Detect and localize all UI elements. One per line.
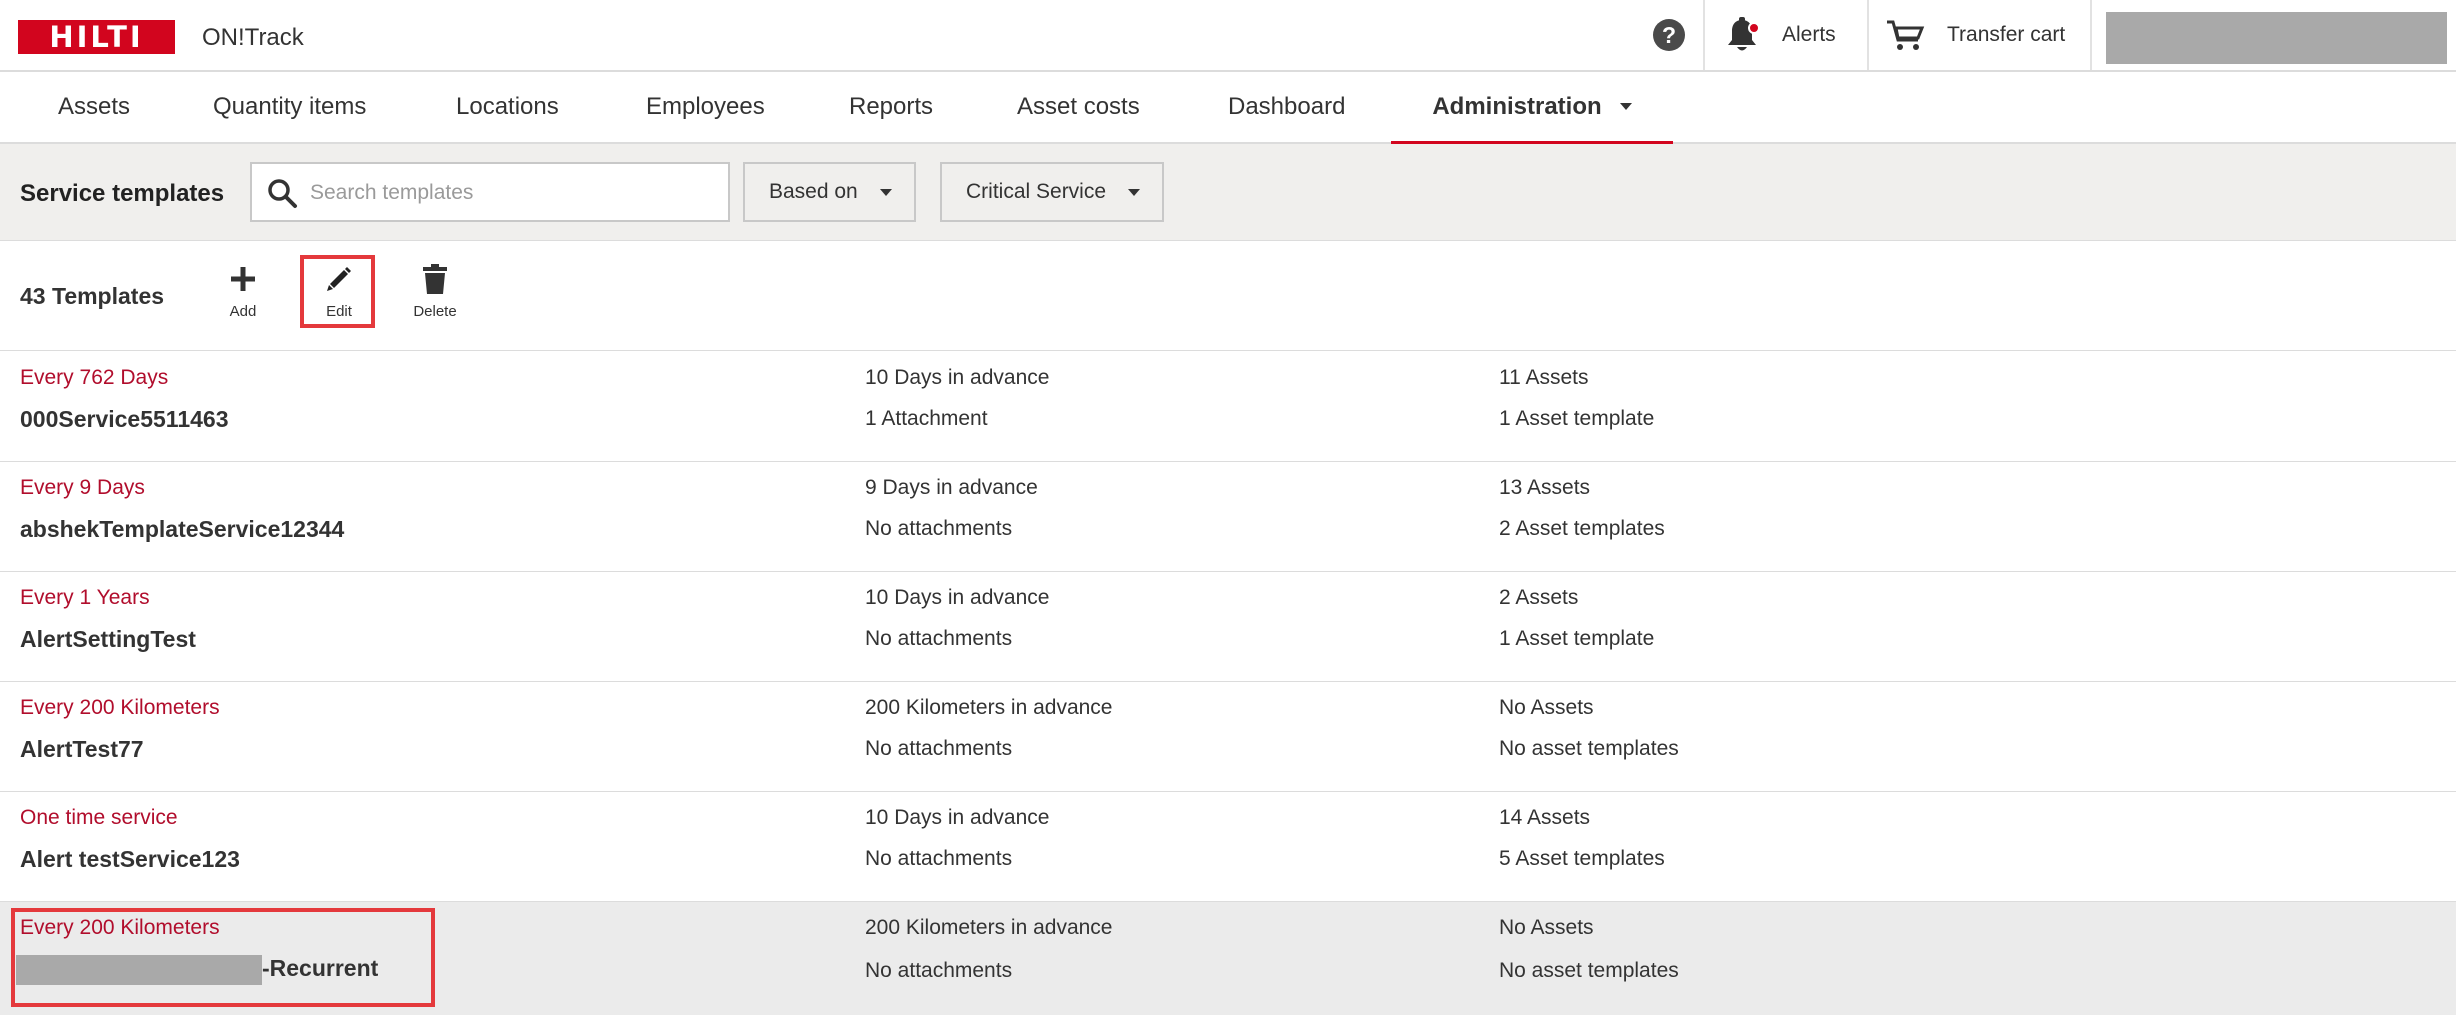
add-label: Add (229, 303, 257, 320)
cart-icon (1887, 20, 1925, 50)
critical-service-label: Critical Service (966, 180, 1107, 203)
tab-dashboard[interactable]: Dashboard (1228, 72, 1345, 142)
asset-templates-count: 1 Asset template (1499, 407, 1655, 430)
interval-text: One time service (20, 806, 178, 829)
app-name: ON!Track (202, 24, 304, 51)
trash-icon (423, 264, 447, 294)
advance-text: 200 Kilometers in advance (865, 696, 1113, 719)
advance-text: 10 Days in advance (865, 366, 1050, 389)
attachments-text: 1 Attachment (865, 407, 988, 430)
tab-assets[interactable]: Assets (58, 72, 130, 142)
chevron-down-icon (880, 189, 892, 196)
interval-text: Every 762 Days (20, 366, 169, 389)
tab-quantity-items[interactable]: Quantity items (213, 72, 366, 142)
assets-count: No Assets (1499, 916, 1594, 939)
template-toolbar: 43 Templates Add Edit Delete (0, 241, 2456, 351)
header-divider (1867, 0, 1869, 70)
tab-administration-label: Administration (1432, 92, 1602, 120)
help-icon[interactable]: ? (1653, 19, 1685, 51)
template-name: AlertTest77 (20, 736, 144, 762)
based-on-dropdown[interactable]: Based on (743, 162, 916, 222)
search-icon (268, 179, 297, 208)
filter-bar: Service templates Based on Critical Serv… (0, 144, 2456, 241)
delete-label: Delete (413, 303, 457, 320)
bell-icon (1725, 15, 1760, 55)
template-row[interactable]: Every 9 Days abshekTemplateService12344 … (0, 462, 2456, 572)
template-row[interactable]: One time service Alert testService123 10… (0, 792, 2456, 902)
asset-templates-count: No asset templates (1499, 737, 1679, 760)
template-name: 000Service5511463 (20, 406, 229, 432)
tab-asset-costs[interactable]: Asset costs (1017, 72, 1140, 142)
header-divider (2090, 0, 2092, 70)
attachments-text: No attachments (865, 517, 1013, 540)
alerts-label: Alerts (1782, 23, 1836, 46)
asset-templates-count: No asset templates (1499, 959, 1679, 982)
assets-count: No Assets (1499, 696, 1594, 719)
tab-locations[interactable]: Locations (456, 72, 559, 142)
interval-text: Every 200 Kilometers (20, 696, 220, 719)
template-row[interactable]: Every 762 Days 000Service5511463 10 Days… (0, 352, 2456, 462)
assets-count: 2 Assets (1499, 586, 1579, 609)
advance-text: 9 Days in advance (865, 476, 1038, 499)
tab-reports[interactable]: Reports (849, 72, 933, 142)
template-name: Alert testService123 (20, 846, 240, 872)
delete-button[interactable]: Delete (400, 259, 470, 320)
hilti-logo[interactable]: HILTI (18, 20, 175, 54)
template-name: AlertSettingTest (20, 626, 196, 652)
edit-highlight-box (300, 255, 375, 328)
critical-service-dropdown[interactable]: Critical Service (940, 162, 1164, 222)
main-navigation: Assets Quantity items Locations Employee… (0, 72, 2456, 144)
user-account-redacted[interactable] (2106, 12, 2447, 64)
plus-icon (231, 267, 255, 291)
transfer-cart-label: Transfer cart (1947, 23, 2066, 46)
chevron-down-icon (1128, 189, 1140, 196)
advance-text: 10 Days in advance (865, 586, 1050, 609)
search-input[interactable] (310, 176, 710, 210)
template-row[interactable]: Every 1 Years AlertSettingTest 10 Days i… (0, 572, 2456, 682)
attachments-text: No attachments (865, 959, 1013, 982)
page-title: Service templates (20, 180, 225, 207)
chevron-down-icon (1619, 103, 1632, 110)
add-button[interactable]: Add (208, 259, 278, 320)
row-highlight-box (11, 908, 435, 1007)
tab-employees[interactable]: Employees (646, 72, 765, 142)
based-on-label: Based on (769, 180, 858, 203)
asset-templates-count: 1 Asset template (1499, 627, 1655, 650)
assets-count: 13 Assets (1499, 476, 1591, 499)
interval-text: Every 9 Days (20, 476, 145, 499)
transfer-cart-button[interactable]: Transfer cart (1885, 0, 2065, 70)
header-divider (1703, 0, 1705, 70)
advance-text: 200 Kilometers in advance (865, 916, 1113, 939)
asset-templates-count: 5 Asset templates (1499, 847, 1665, 870)
template-name: abshekTemplateService12344 (20, 516, 345, 542)
tab-administration[interactable]: Administration (1391, 72, 1673, 144)
alert-badge (1748, 22, 1760, 34)
interval-text: Every 1 Years (20, 586, 150, 609)
top-header: HILTI ON!Track ? Alerts Transfer cart (0, 0, 2456, 72)
asset-templates-count: 2 Asset templates (1499, 517, 1665, 540)
template-row[interactable]: Every 200 Kilometers AlertTest77 200 Kil… (0, 682, 2456, 792)
assets-count: 14 Assets (1499, 806, 1591, 829)
attachments-text: No attachments (865, 737, 1013, 760)
alerts-button[interactable]: Alerts (1725, 0, 1836, 70)
attachments-text: No attachments (865, 847, 1013, 870)
template-count: 43 Templates (20, 283, 165, 309)
template-row-selected[interactable]: Every 200 Kilometers -Recurrent 200 Kilo… (0, 902, 2456, 1015)
advance-text: 10 Days in advance (865, 806, 1050, 829)
search-box[interactable] (250, 162, 730, 222)
attachments-text: No attachments (865, 627, 1013, 650)
assets-count: 11 Assets (1499, 366, 1589, 389)
